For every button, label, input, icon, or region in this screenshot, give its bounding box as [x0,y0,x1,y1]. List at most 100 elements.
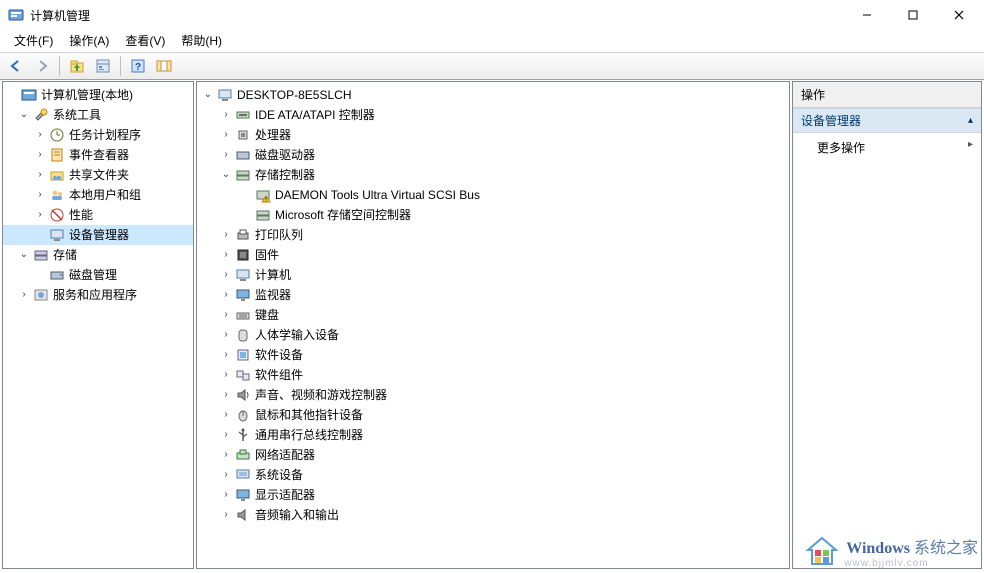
device-ms-storage-spaces[interactable]: Microsoft 存储空间控制器 [197,205,789,225]
actions-context-label: 设备管理器 [801,112,861,129]
printer-icon [235,227,251,243]
device-print-queue[interactable]: › 打印队列 [197,225,789,245]
expander-closed-icon[interactable]: › [219,488,233,502]
disk-mgmt-icon [49,267,65,283]
tree-system-tools[interactable]: ⌄ 系统工具 [3,105,193,125]
device-hid[interactable]: › 人体学输入设备 [197,325,789,345]
expander-closed-icon[interactable]: › [33,188,47,202]
performance-icon [49,207,65,223]
properties-button[interactable] [91,55,115,77]
device-software-components[interactable]: › 软件组件 [197,365,789,385]
device-tree[interactable]: ⌄ DESKTOP-8E5SLCH › IDE ATA/ATAPI 控制器 › … [197,82,789,528]
storage-icon [33,247,49,263]
expander-closed-icon[interactable]: › [17,288,31,302]
expander-closed-icon[interactable]: › [219,248,233,262]
expander-closed-icon[interactable]: › [219,108,233,122]
tree-local-users[interactable]: › 本地用户和组 [3,185,193,205]
shared-folder-icon [49,167,65,183]
expander-closed-icon[interactable]: › [219,508,233,522]
tree-event-viewer[interactable]: › 事件查看器 [3,145,193,165]
device-computer[interactable]: › 计算机 [197,265,789,285]
svg-text:?: ? [135,62,141,73]
maximize-button[interactable] [890,0,936,30]
menu-bar: 文件(F) 操作(A) 查看(V) 帮助(H) [0,30,984,52]
help-button[interactable]: ? [126,55,150,77]
expander-open-icon[interactable]: ⌄ [219,168,233,182]
storage-ctrl-icon [255,207,271,223]
device-system[interactable]: › 系统设备 [197,465,789,485]
back-button[interactable] [4,55,28,77]
mouse-icon [235,407,251,423]
device-root[interactable]: ⌄ DESKTOP-8E5SLCH [197,85,789,105]
tree-device-manager[interactable]: 设备管理器 [3,225,193,245]
expander-closed-icon[interactable]: › [219,408,233,422]
menu-action[interactable]: 操作(A) [61,30,117,51]
tree-shared-folders[interactable]: › 共享文件夹 [3,165,193,185]
close-button[interactable] [936,0,982,30]
device-ide[interactable]: › IDE ATA/ATAPI 控制器 [197,105,789,125]
clock-icon [49,127,65,143]
expander-closed-icon[interactable]: › [219,348,233,362]
expander-closed-icon[interactable]: › [219,468,233,482]
forward-button[interactable] [30,55,54,77]
tree-performance[interactable]: › 性能 [3,205,193,225]
toolbar-separator [120,56,121,76]
expander-closed-icon[interactable]: › [219,128,233,142]
storage-ctrl-icon [235,167,251,183]
device-sound[interactable]: › 声音、视频和游戏控制器 [197,385,789,405]
expander-closed-icon[interactable]: › [219,448,233,462]
users-icon [49,187,65,203]
event-icon [49,147,65,163]
expander-open-icon[interactable]: ⌄ [201,88,215,102]
device-storage-ctrl[interactable]: ⌄ 存储控制器 [197,165,789,185]
device-display[interactable]: › 显示适配器 [197,485,789,505]
device-audio-io[interactable]: › 音频输入和输出 [197,505,789,525]
expander-closed-icon[interactable]: › [219,388,233,402]
tree-root-computer-mgmt[interactable]: 计算机管理(本地) [3,85,193,105]
tree-disk-mgmt[interactable]: 磁盘管理 [3,265,193,285]
device-disk[interactable]: › 磁盘驱动器 [197,145,789,165]
hid-icon [235,327,251,343]
menu-view[interactable]: 查看(V) [117,30,173,51]
device-keyboard[interactable]: › 键盘 [197,305,789,325]
up-button[interactable] [65,55,89,77]
computer-mgmt-icon [21,87,37,103]
minimize-button[interactable] [844,0,890,30]
expander-closed-icon[interactable]: › [219,288,233,302]
device-network[interactable]: › 网络适配器 [197,445,789,465]
nav-tree[interactable]: 计算机管理(本地) ⌄ 系统工具 › 任务计划程序 › 事件查看器 › 共享文件 [3,82,193,308]
expander-closed-icon[interactable]: › [33,128,47,142]
expander-closed-icon[interactable]: › [33,148,47,162]
expander-closed-icon[interactable]: › [219,148,233,162]
tree-task-scheduler[interactable]: › 任务计划程序 [3,125,193,145]
menu-file[interactable]: 文件(F) [6,30,61,51]
expander-closed-icon[interactable]: › [219,268,233,282]
device-mouse[interactable]: › 鼠标和其他指针设备 [197,405,789,425]
nav-tree-pane: 计算机管理(本地) ⌄ 系统工具 › 任务计划程序 › 事件查看器 › 共享文件 [2,81,194,569]
workspace: 计算机管理(本地) ⌄ 系统工具 › 任务计划程序 › 事件查看器 › 共享文件 [0,80,984,571]
expander-closed-icon[interactable]: › [219,368,233,382]
speaker-icon [235,387,251,403]
expander-closed-icon[interactable]: › [33,208,47,222]
expander-closed-icon[interactable]: › [219,228,233,242]
actions-context-band[interactable]: 设备管理器 ▴ [793,108,981,133]
device-software-devices[interactable]: › 软件设备 [197,345,789,365]
tree-services-apps[interactable]: › 服务和应用程序 [3,285,193,305]
device-usb[interactable]: › 通用串行总线控制器 [197,425,789,445]
expander-open-icon[interactable]: ⌄ [17,108,31,122]
menu-help[interactable]: 帮助(H) [173,30,230,51]
expander-closed-icon[interactable]: › [219,428,233,442]
toolbar: ? [0,52,984,80]
expander-closed-icon[interactable]: › [33,168,47,182]
device-tree-pane: ⌄ DESKTOP-8E5SLCH › IDE ATA/ATAPI 控制器 › … [196,81,790,569]
expander-closed-icon[interactable]: › [219,308,233,322]
device-daemon-tools[interactable]: ! DAEMON Tools Ultra Virtual SCSI Bus [197,185,789,205]
show-hide-button[interactable] [152,55,176,77]
expander-open-icon[interactable]: ⌄ [17,248,31,262]
device-firmware[interactable]: › 固件 [197,245,789,265]
actions-more[interactable]: 更多操作 ▸ [793,133,981,162]
device-monitor[interactable]: › 监视器 [197,285,789,305]
device-cpu[interactable]: › 处理器 [197,125,789,145]
expander-closed-icon[interactable]: › [219,328,233,342]
tree-storage[interactable]: ⌄ 存储 [3,245,193,265]
